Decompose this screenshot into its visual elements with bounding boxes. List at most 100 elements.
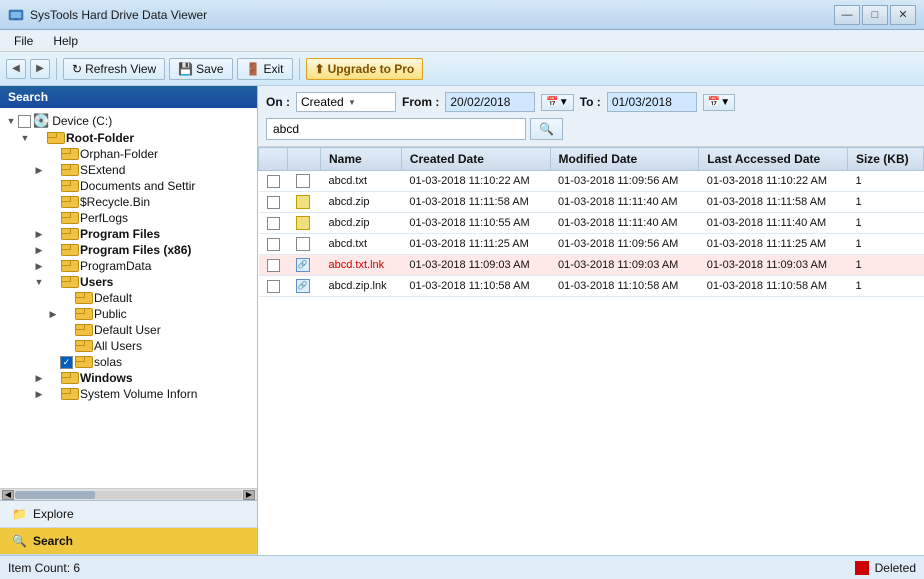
row-checkbox-4[interactable] xyxy=(259,255,288,276)
tree-item-program-files-x86[interactable]: ▶Program Files (x86) xyxy=(0,242,257,258)
upgrade-button[interactable]: ⬆ Upgrade to Pro xyxy=(306,58,424,80)
row-created-3: 01-03-2018 11:11:25 AM xyxy=(401,234,550,255)
checkbox-2[interactable] xyxy=(267,217,280,230)
col-accessed[interactable]: Last Accessed Date xyxy=(699,148,848,171)
hscroll-right[interactable]: ▶ xyxy=(243,490,255,500)
exit-button[interactable]: 🚪 Exit xyxy=(237,58,293,80)
row-created-5: 01-03-2018 11:10:58 AM xyxy=(401,276,550,297)
tree-expand-sextend[interactable]: ▶ xyxy=(32,163,46,177)
from-date-input[interactable] xyxy=(445,92,535,112)
next-button[interactable]: ▶ xyxy=(30,59,50,79)
col-name[interactable]: Name xyxy=(321,148,402,171)
checkbox-4[interactable] xyxy=(267,259,280,272)
tree-expand-srecycle[interactable] xyxy=(32,195,46,209)
folder-icon-orphan-folder xyxy=(61,148,77,160)
row-checkbox-0[interactable] xyxy=(259,171,288,192)
table-row[interactable]: 🔗abcd.zip.lnk01-03-2018 11:10:58 AM01-03… xyxy=(259,276,924,297)
tree-item-public[interactable]: ▶Public xyxy=(0,306,257,322)
tree-area[interactable]: ▼💽Device (C:)▼Root-FolderOrphan-Folder▶S… xyxy=(0,108,257,488)
on-dropdown[interactable]: Created ▼ xyxy=(296,92,396,112)
tree-expand-windows[interactable]: ▶ xyxy=(32,371,46,385)
tree-expand-users[interactable]: ▼ xyxy=(32,275,46,289)
to-date-input[interactable] xyxy=(607,92,697,112)
tree-checkbox-device-c[interactable] xyxy=(18,115,31,128)
col-created[interactable]: Created Date xyxy=(401,148,550,171)
tree-expand-root-folder[interactable]: ▼ xyxy=(18,131,32,145)
tree-expand-public[interactable]: ▶ xyxy=(46,307,60,321)
tree-item-program-files[interactable]: ▶Program Files xyxy=(0,226,257,242)
tree-item-solas[interactable]: ✓solas xyxy=(0,354,257,370)
search-text-input[interactable] xyxy=(266,118,526,140)
tree-item-perflogs[interactable]: PerfLogs xyxy=(0,210,257,226)
menu-file[interactable]: File xyxy=(4,32,43,50)
table-row[interactable]: abcd.zip01-03-2018 11:11:58 AM01-03-2018… xyxy=(259,192,924,213)
status-bar: Item Count: 6 Deleted xyxy=(0,555,924,579)
folder-icon-srecycle xyxy=(61,196,77,208)
tree-item-device-c[interactable]: ▼💽Device (C:) xyxy=(0,112,257,130)
search-nav-item[interactable]: 🔍 Search xyxy=(0,528,257,555)
to-date-picker-button[interactable]: 📅▼ xyxy=(703,94,735,111)
hscroll-left[interactable]: ◀ xyxy=(2,490,14,500)
row-size-3: 1 xyxy=(847,234,923,255)
tree-item-default-user[interactable]: Default User xyxy=(0,322,257,338)
tree-item-all-users[interactable]: All Users xyxy=(0,338,257,354)
menu-help[interactable]: Help xyxy=(43,32,88,50)
tree-expand-program-files-x86[interactable]: ▶ xyxy=(32,243,46,257)
folder-icon-users xyxy=(61,276,77,288)
checkbox-0[interactable] xyxy=(267,175,280,188)
table-row[interactable]: abcd.txt01-03-2018 11:10:22 AM01-03-2018… xyxy=(259,171,924,192)
checkbox-3[interactable] xyxy=(267,238,280,251)
tree-expand-orphan-folder[interactable] xyxy=(32,147,46,161)
table-row[interactable]: abcd.zip01-03-2018 11:10:55 AM01-03-2018… xyxy=(259,213,924,234)
save-button[interactable]: 💾 Save xyxy=(169,58,232,80)
tree-checkbox-solas[interactable]: ✓ xyxy=(60,356,73,369)
tree-item-sextend[interactable]: ▶SExtend xyxy=(0,162,257,178)
tree-item-users[interactable]: ▼Users xyxy=(0,274,257,290)
from-date-picker-button[interactable]: 📅▼ xyxy=(541,94,573,111)
tree-item-default[interactable]: Default xyxy=(0,290,257,306)
maximize-button[interactable]: □ xyxy=(862,5,888,25)
table-row[interactable]: abcd.txt01-03-2018 11:11:25 AM01-03-2018… xyxy=(259,234,924,255)
tree-expand-programdata[interactable]: ▶ xyxy=(32,259,46,273)
app-icon xyxy=(8,7,24,23)
tree-item-programdata[interactable]: ▶ProgramData xyxy=(0,258,257,274)
tree-item-orphan-folder[interactable]: Orphan-Folder xyxy=(0,146,257,162)
checkbox-1[interactable] xyxy=(267,196,280,209)
hscroll-thumb[interactable] xyxy=(15,491,95,499)
col-modified[interactable]: Modified Date xyxy=(550,148,699,171)
tree-expand-program-files[interactable]: ▶ xyxy=(32,227,46,241)
refresh-button[interactable]: ↻ Refresh View xyxy=(63,58,165,80)
tree-item-system-volume[interactable]: ▶System Volume Inforn xyxy=(0,386,257,402)
folder-icon-sextend xyxy=(61,164,77,176)
tree-label-default: Default xyxy=(94,291,132,305)
close-button[interactable]: ✕ xyxy=(890,5,916,25)
to-label: To : xyxy=(580,95,601,109)
hscroll-bar[interactable]: ◀ ▶ xyxy=(0,488,257,500)
tree-expand-documents[interactable] xyxy=(32,179,46,193)
file-table-wrapper[interactable]: Name Created Date Modified Date Last Acc… xyxy=(258,147,924,555)
tree-expand-system-volume[interactable]: ▶ xyxy=(32,387,46,401)
prev-button[interactable]: ◀ xyxy=(6,59,26,79)
tree-expand-device-c[interactable]: ▼ xyxy=(4,114,18,128)
tree-cb-placeholder-perflogs xyxy=(46,212,59,225)
tree-expand-default[interactable] xyxy=(46,291,60,305)
tree-item-documents[interactable]: Documents and Settir xyxy=(0,178,257,194)
explore-nav-item[interactable]: 📁 Explore xyxy=(0,501,257,528)
tree-expand-perflogs[interactable] xyxy=(32,211,46,225)
tree-expand-all-users[interactable] xyxy=(46,339,60,353)
tree-expand-solas[interactable] xyxy=(46,355,60,369)
row-checkbox-3[interactable] xyxy=(259,234,288,255)
col-checkbox xyxy=(259,148,288,171)
table-row[interactable]: 🔗abcd.txt.lnk01-03-2018 11:09:03 AM01-03… xyxy=(259,255,924,276)
row-checkbox-2[interactable] xyxy=(259,213,288,234)
tree-item-srecycle[interactable]: $Recycle.Bin xyxy=(0,194,257,210)
tree-item-root-folder[interactable]: ▼Root-Folder xyxy=(0,130,257,146)
tree-item-windows[interactable]: ▶Windows xyxy=(0,370,257,386)
row-checkbox-5[interactable] xyxy=(259,276,288,297)
tree-expand-default-user[interactable] xyxy=(46,323,60,337)
minimize-button[interactable]: — xyxy=(834,5,860,25)
col-size[interactable]: Size (KB) xyxy=(847,148,923,171)
row-checkbox-1[interactable] xyxy=(259,192,288,213)
search-go-button[interactable]: 🔍 xyxy=(530,118,563,140)
checkbox-5[interactable] xyxy=(267,280,280,293)
